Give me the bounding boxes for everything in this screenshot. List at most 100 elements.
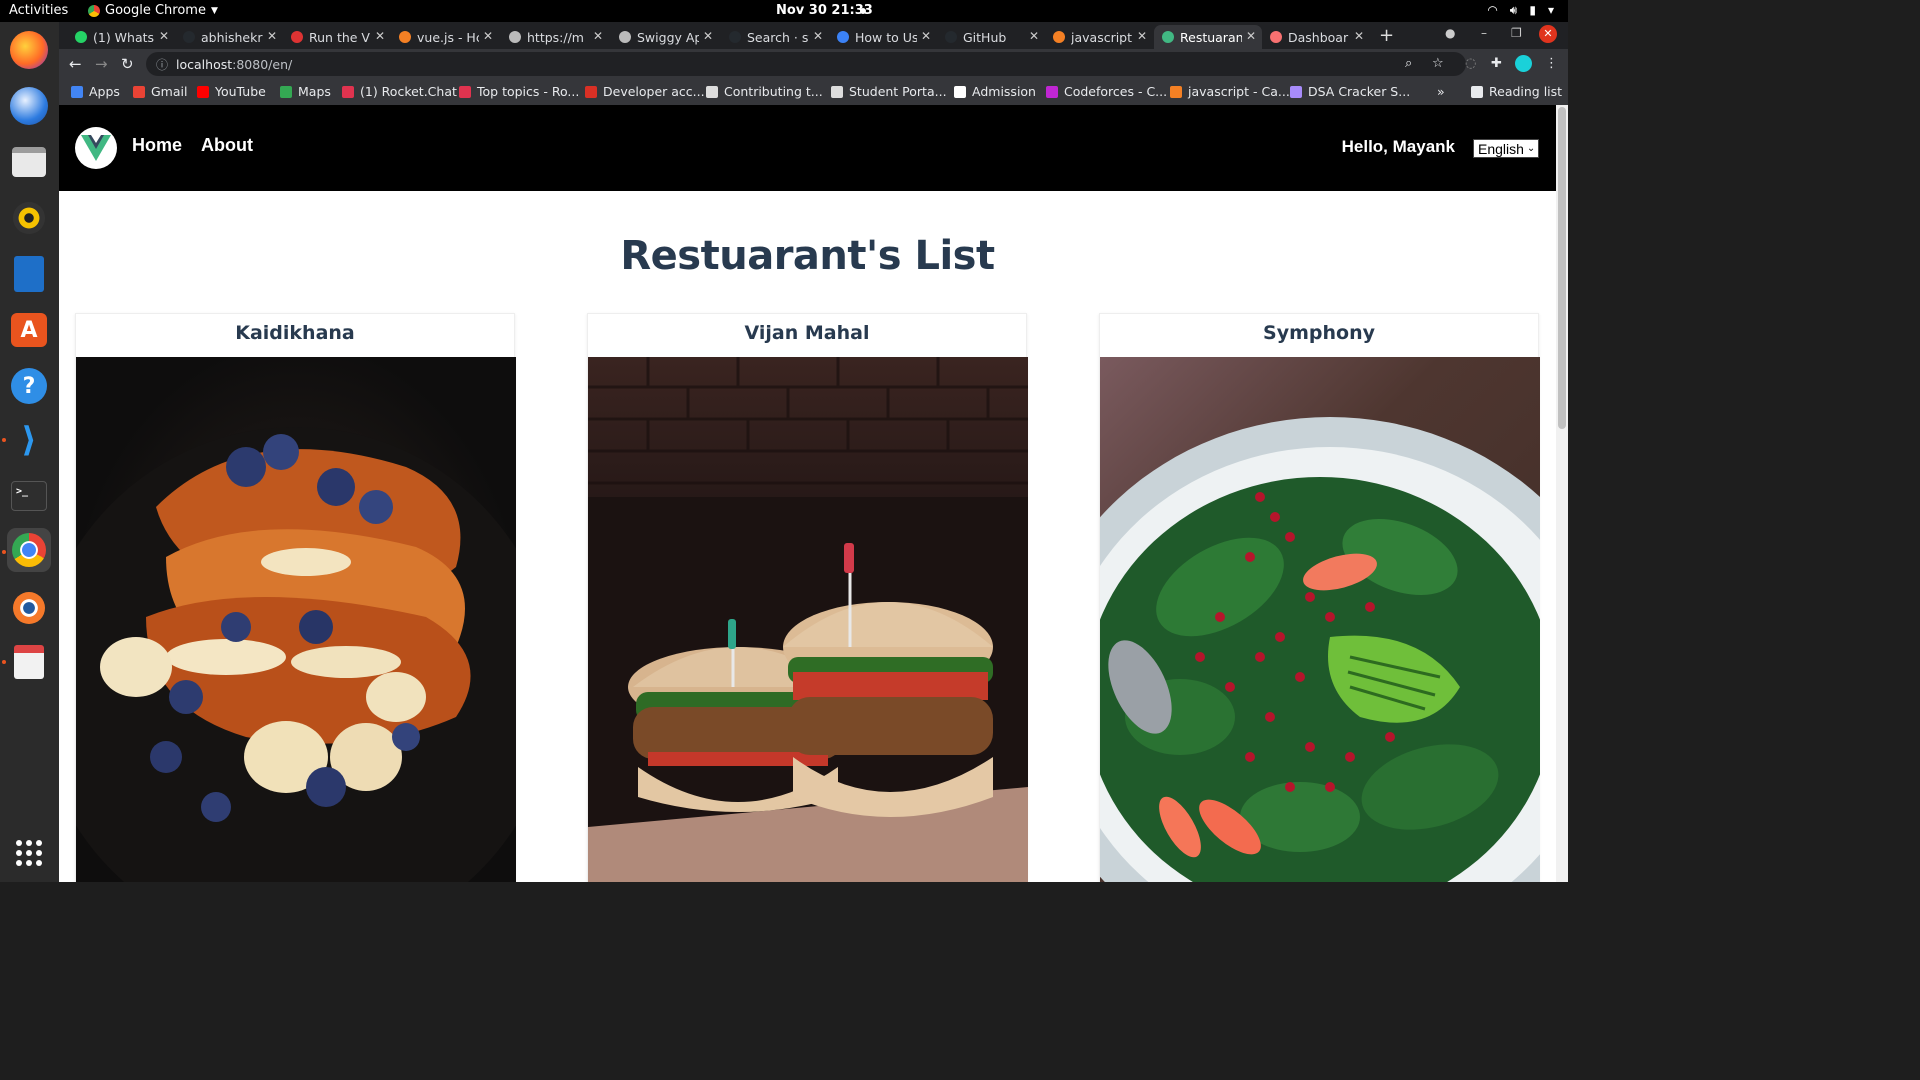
bookmark-label: DSA Cracker S... <box>1308 84 1411 99</box>
bookmark-item[interactable]: (1) Rocket.Chat <box>342 84 457 99</box>
help-icon[interactable]: ? <box>7 364 51 408</box>
rhythmbox-icon[interactable] <box>7 196 51 240</box>
reading-list-button[interactable]: Reading list <box>1471 84 1562 99</box>
close-tab-icon[interactable]: ✕ <box>813 29 823 43</box>
battery-icon: ▮ <box>1529 3 1536 17</box>
vscode-icon[interactable]: ⟩ <box>7 418 51 462</box>
bookmark-item[interactable]: Codeforces - C... <box>1046 84 1167 99</box>
extensions-icon[interactable]: ✚ <box>1491 56 1502 71</box>
system-tray[interactable]: ◠ 🔊︎ ▮ ▾ <box>1487 3 1554 18</box>
terminal-icon[interactable]: >_ <box>7 474 51 518</box>
thunderbird-icon[interactable] <box>7 84 51 128</box>
close-tab-icon[interactable]: ✕ <box>921 29 931 43</box>
tab-favicon-icon <box>837 31 849 43</box>
clock[interactable]: Nov 30 21:33 <box>776 3 873 18</box>
browser-tab[interactable]: abhishekr ✕ <box>175 25 283 49</box>
close-tab-icon[interactable]: ✕ <box>703 29 713 43</box>
volume-icon: 🔊︎ <box>1509 3 1518 17</box>
restaurant-card[interactable]: Symphony <box>1099 313 1540 882</box>
writer-icon[interactable] <box>7 252 51 296</box>
browser-tab[interactable]: GitHub ✕ <box>937 25 1045 49</box>
page-scrollbar[interactable] <box>1556 105 1568 882</box>
bookmark-item[interactable]: javascript - Ca... <box>1170 84 1290 99</box>
browser-tab[interactable]: How to Us ✕ <box>829 25 937 49</box>
bookmark-item[interactable]: Contributing t... <box>706 84 823 99</box>
bookmark-item[interactable]: Gmail <box>133 84 187 99</box>
chrome-icon[interactable] <box>7 528 51 572</box>
new-tab-button[interactable]: + <box>1379 25 1394 46</box>
browser-tab[interactable]: vue.js - Hc ✕ <box>391 25 499 49</box>
tab-search-icon[interactable]: ● <box>1445 26 1455 40</box>
site-info-icon[interactable]: ⓘ <box>156 56 168 73</box>
scrollbar-thumb[interactable] <box>1558 107 1566 429</box>
close-tab-icon[interactable]: ✕ <box>483 29 493 43</box>
tab-title: javascript <box>1071 29 1133 45</box>
minimize-button[interactable]: – <box>1481 26 1487 40</box>
nav-about-link[interactable]: About <box>201 135 253 156</box>
user-greeting: Hello, Mayank <box>1341 137 1455 156</box>
profile-avatar[interactable] <box>1515 55 1532 72</box>
close-tab-icon[interactable]: ✕ <box>1029 29 1039 43</box>
reading-list-icon <box>1471 85 1483 98</box>
food-photo <box>76 357 516 882</box>
zoom-icon[interactable]: ⌕ <box>1405 56 1412 71</box>
app-menu-label: Google Chrome <box>105 3 206 18</box>
reload-icon[interactable]: ↻ <box>121 55 134 73</box>
restaurant-name: Symphony <box>1263 322 1375 344</box>
browser-tab[interactable]: Dashboar ✕ <box>1262 25 1370 49</box>
close-tab-icon[interactable]: ✕ <box>1354 29 1364 43</box>
system-top-bar: Activities Google Chrome ▼ Nov 30 21:33 … <box>0 0 1568 22</box>
bookmark-item[interactable]: Admission <box>954 84 1036 99</box>
browser-tab[interactable]: javascript ✕ <box>1045 25 1153 49</box>
show-applications-icon[interactable] <box>16 840 42 866</box>
restore-button[interactable]: ❐ <box>1511 26 1522 40</box>
bookmark-favicon-icon <box>459 85 471 98</box>
firefox-icon[interactable] <box>7 28 51 72</box>
close-tab-icon[interactable]: ✕ <box>593 29 603 43</box>
browser-tab[interactable]: Search · sv ✕ <box>721 25 829 49</box>
software-icon[interactable]: A <box>7 308 51 352</box>
food-photo <box>588 357 1028 882</box>
tab-title: Dashboar <box>1288 29 1349 45</box>
close-window-button[interactable]: ✕ <box>1539 25 1557 43</box>
language-select[interactable]: English ⌄ <box>1473 139 1539 158</box>
bookmark-favicon-icon <box>197 85 209 98</box>
address-bar[interactable]: ⓘ localhost :8080/en/ <box>146 52 1466 76</box>
reader-icon[interactable] <box>7 640 51 684</box>
close-tab-icon[interactable]: ✕ <box>1137 29 1147 43</box>
close-tab-icon[interactable]: ✕ <box>267 29 277 43</box>
browser-tab[interactable]: Run the V ✕ <box>283 25 391 49</box>
bookmark-item[interactable]: Student Porta... <box>831 84 947 99</box>
restaurant-card[interactable]: Vijan Mahal <box>587 313 1028 882</box>
browser-window: + ● – ❐ ✕ (1) Whats ✕ abhishekr ✕ Run the V ✕… <box>59 22 1568 882</box>
bookmark-item[interactable]: Developer acc... <box>585 84 705 99</box>
chrome-small-icon <box>88 4 100 17</box>
bookmark-item[interactable]: DSA Cracker S... <box>1290 84 1410 99</box>
browser-tab[interactable]: Swiggy Ap ✕ <box>611 25 719 49</box>
bookmark-item[interactable]: Top topics - Ro... <box>459 84 579 99</box>
more-bookmarks-icon[interactable]: » <box>1437 84 1445 99</box>
browser-toolbar: ← → ↻ ⓘ localhost :8080/en/ ⌕ ☆ ◌ ✚ ⋮ <box>59 49 1568 79</box>
menu-icon[interactable]: ⋮ <box>1545 56 1558 71</box>
close-tab-icon[interactable]: ✕ <box>1246 29 1256 43</box>
files-icon[interactable] <box>7 140 51 184</box>
activities-button[interactable]: Activities <box>9 3 68 18</box>
blender-icon[interactable] <box>7 586 51 630</box>
caret-down-icon: ▼ <box>210 5 218 16</box>
close-tab-icon[interactable]: ✕ <box>159 29 169 43</box>
browser-tab[interactable]: Restuaran ✕ <box>1154 25 1262 49</box>
restaurant-card[interactable]: Kaidikhana <box>75 313 516 882</box>
browser-tab[interactable]: https://m ✕ <box>501 25 609 49</box>
bookmark-item[interactable]: YouTube <box>197 84 266 99</box>
close-tab-icon[interactable]: ✕ <box>375 29 385 43</box>
vue-logo[interactable] <box>75 127 117 169</box>
bookmark-star-icon[interactable]: ☆ <box>1432 56 1444 71</box>
cast-icon[interactable]: ◌ <box>1465 56 1476 71</box>
app-menu[interactable]: Google Chrome ▼ <box>88 3 218 18</box>
forward-icon[interactable]: → <box>95 55 108 73</box>
bookmark-item[interactable]: Apps <box>71 84 120 99</box>
nav-home-link[interactable]: Home <box>132 135 182 156</box>
back-icon[interactable]: ← <box>69 55 82 73</box>
browser-tab[interactable]: (1) Whats ✕ <box>67 25 175 49</box>
bookmark-item[interactable]: Maps <box>280 84 331 99</box>
